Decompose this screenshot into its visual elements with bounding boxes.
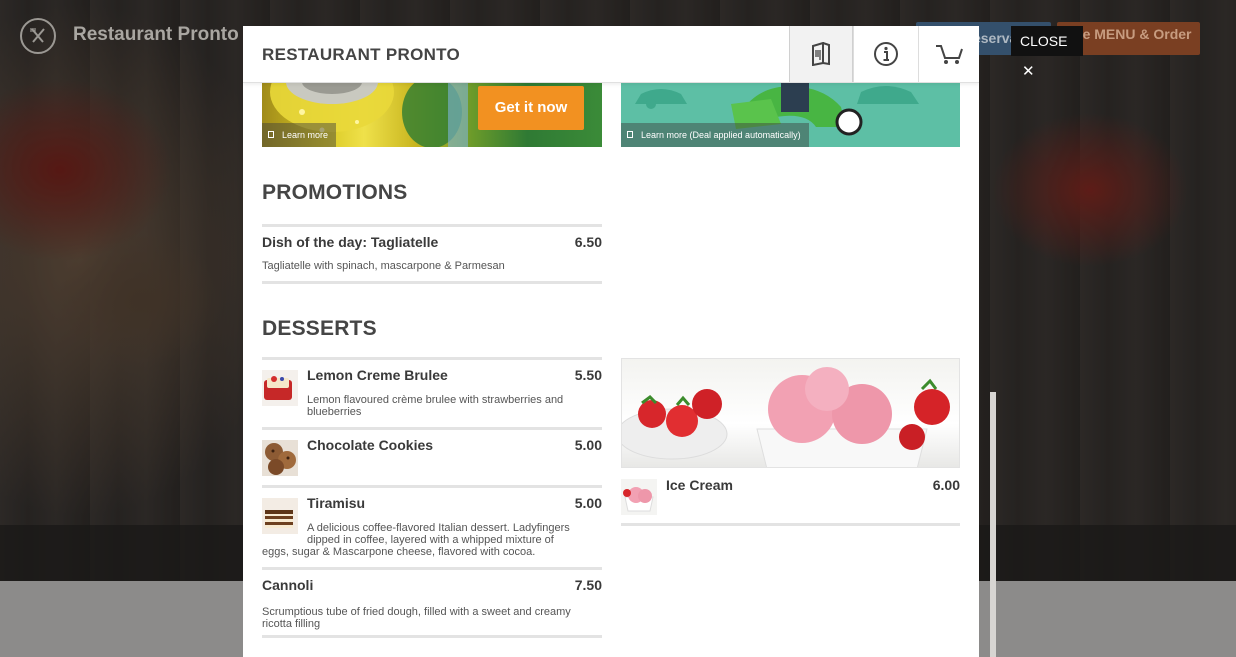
menu-item[interactable]: Lemon Creme Brulee 5.50 Lemon flavoured … [262, 357, 602, 427]
promotions-heading: PROMOTIONS [262, 181, 408, 204]
promo-banner-drinks[interactable]: Get it now Learn more [262, 82, 602, 147]
info-small-icon [627, 131, 633, 138]
item-thumbnail [621, 479, 657, 515]
info-tab-button[interactable] [853, 26, 917, 82]
get-it-now-button[interactable]: Get it now [478, 86, 584, 130]
item-price: 7.50 [574, 577, 602, 593]
item-price: 6.00 [932, 477, 960, 493]
close-icon: ✕ [1022, 63, 1035, 80]
item-name: Chocolate Cookies [307, 437, 434, 453]
item-description: Tagliatelle with spinach, mascarpone & P… [262, 260, 505, 272]
menu-modal: Get it now Learn more Learn more (Deal a… [243, 26, 979, 657]
learn-more-label: Learn more [282, 130, 329, 140]
item-description: Scrumptious tube of fried dough, filled … [262, 606, 571, 630]
item-description: Lemon flavoured crème brulee with strawb… [307, 394, 564, 418]
menu-book-icon [812, 42, 830, 66]
modal-header: RESTAURANT PRONTO [243, 26, 979, 83]
menu-item[interactable]: Dish of the day: Tagliatelle 6.50 Taglia… [262, 224, 602, 284]
item-thumbnail [262, 370, 298, 406]
item-name: Dish of the day: Tagliatelle [262, 234, 439, 250]
desserts-heading: DESSERTS [262, 317, 377, 340]
menu-item[interactable]: Chocolate Cookies 5.00 [262, 427, 602, 485]
cart-icon [936, 45, 963, 64]
site-name[interactable]: Restaurant Pronto [73, 24, 239, 46]
menu-item[interactable]: Cannoli 7.50 Scrumptious tube of fried d… [262, 567, 602, 638]
item-name: Tiramisu [307, 495, 366, 511]
item-thumbnail [262, 440, 298, 476]
learn-more-link[interactable]: Learn more [262, 123, 337, 147]
item-price: 5.00 [574, 495, 602, 511]
close-label: CLOSE [1020, 33, 1068, 49]
item-name: Ice Cream [666, 477, 733, 493]
learn-more-deal-label: Learn more (Deal applied automatically) [641, 130, 801, 140]
close-button[interactable]: CLOSE ✕ [1011, 26, 1083, 80]
cart-tab-button[interactable] [918, 26, 979, 82]
item-description-start: A delicious coffee-flavored Italian dess… [262, 522, 582, 558]
restaurant-logo-icon[interactable] [20, 18, 56, 54]
modal-title: RESTAURANT PRONTO [262, 45, 461, 64]
item-name: Lemon Creme Brulee [307, 367, 448, 383]
thumb-spacer [262, 522, 307, 546]
item-price: 5.00 [574, 437, 602, 453]
ice-cream-photo[interactable] [621, 358, 960, 468]
info-small-icon [268, 131, 274, 138]
page-scrollbar[interactable] [990, 392, 996, 657]
item-description: A delicious coffee-flavored Italian dess… [262, 522, 570, 558]
item-price: 6.50 [574, 234, 602, 250]
item-name: Cannoli [262, 577, 314, 593]
menu-tab-button[interactable] [789, 26, 853, 82]
item-price: 5.50 [574, 367, 602, 383]
promo-banner-delivery[interactable]: Learn more (Deal applied automatically) [621, 82, 960, 147]
menu-item[interactable]: Tiramisu 5.00 A delicious coffee-flavore… [262, 485, 602, 567]
learn-more-deal-link[interactable]: Learn more (Deal applied automatically) [621, 123, 809, 147]
menu-item[interactable]: Ice Cream 6.00 [621, 469, 960, 526]
info-icon [873, 42, 898, 66]
ice-cream-illustration [622, 367, 950, 467]
